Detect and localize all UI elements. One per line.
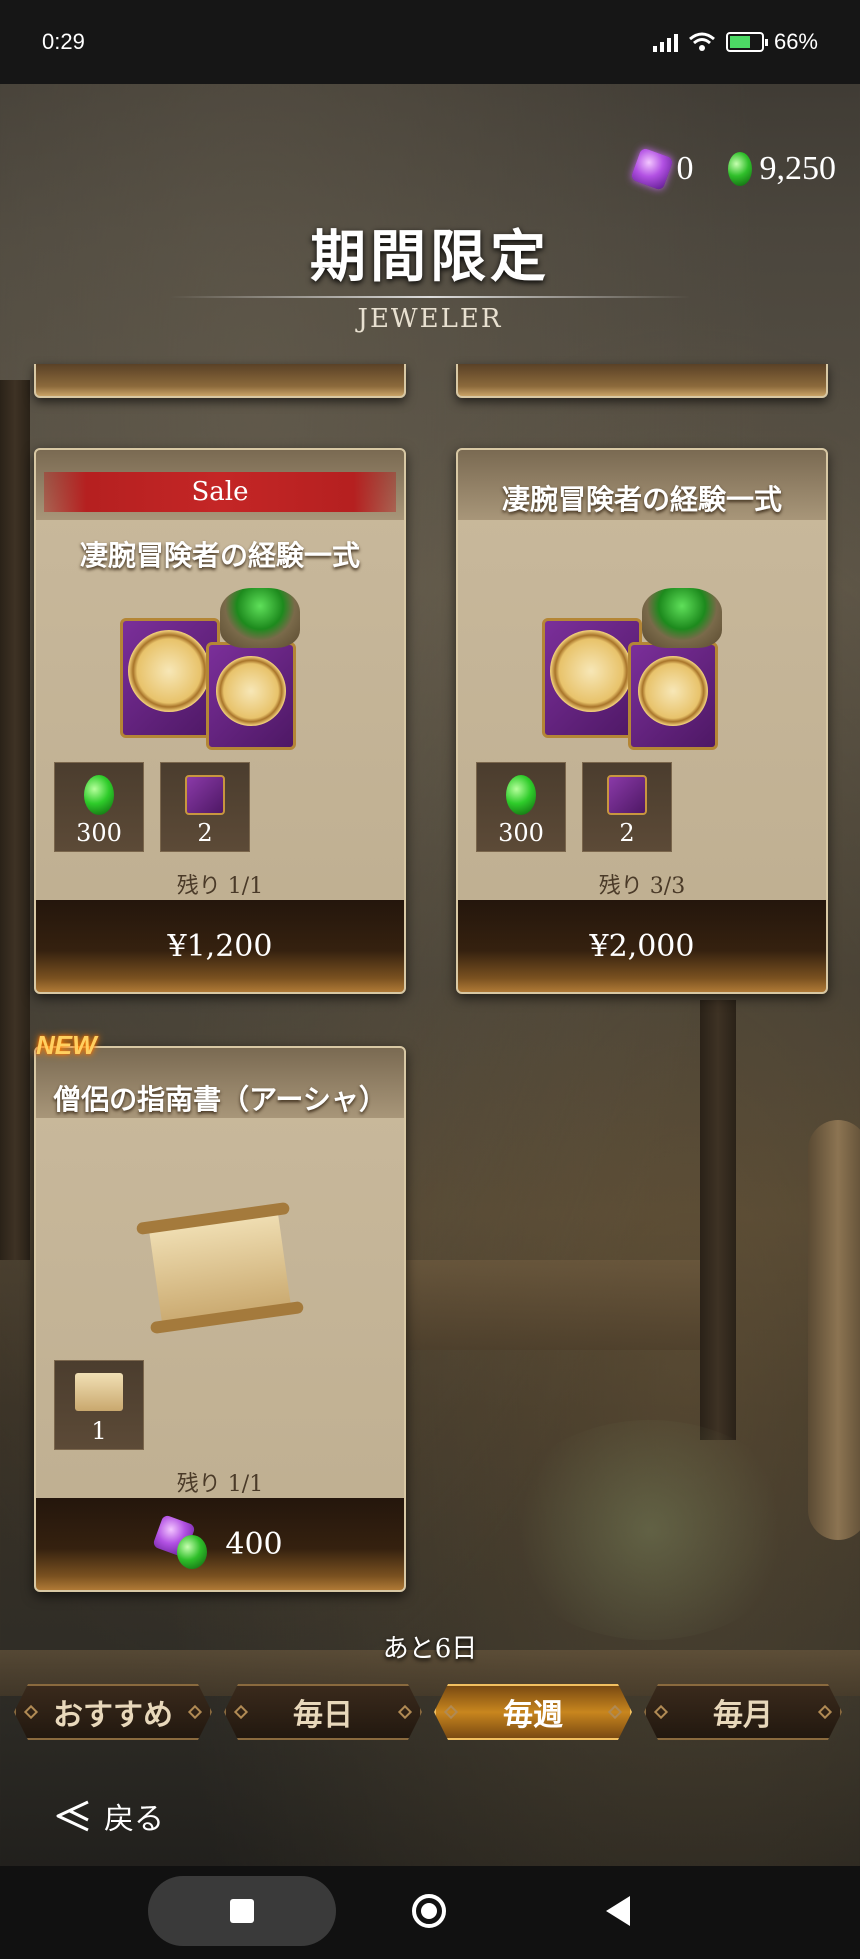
experience-bundle-icon xyxy=(120,578,320,758)
title-divider xyxy=(170,296,690,298)
price-label: ¥2,000 xyxy=(589,928,695,964)
buy-button[interactable]: 400 xyxy=(36,1498,404,1590)
buy-button[interactable]: ¥2,000 xyxy=(458,900,826,992)
purple-gem-count: 0 xyxy=(676,150,694,187)
status-bar: 0:29 66% xyxy=(0,0,860,84)
reward-slot[interactable]: 1 xyxy=(54,1360,144,1450)
remaining-count: 残り 3/3 xyxy=(598,874,686,899)
sale-banner: Sale xyxy=(44,472,396,512)
product-card[interactable]: 凄腕冒険者の経験一式 300 2 残り 3/3 ¥2,000 xyxy=(456,448,828,994)
price-label: ¥1,200 xyxy=(167,928,273,964)
back-triangle-icon[interactable] xyxy=(606,1896,630,1926)
tab-ornament xyxy=(24,1705,38,1719)
green-gem-icon xyxy=(506,775,536,815)
remaining-count: 残り 1/1 xyxy=(176,1472,264,1497)
product-title: 凄腕冒険者の経験一式 xyxy=(501,483,782,516)
recent-apps-icon[interactable] xyxy=(230,1899,254,1923)
reward-quantity: 2 xyxy=(619,819,635,847)
tab-label: おすすめ xyxy=(53,1698,173,1733)
tab-monthly[interactable]: 毎月 xyxy=(644,1684,842,1740)
product-title: 凄腕冒険者の経験一式 xyxy=(79,539,360,572)
buy-button[interactable]: ¥1,200 xyxy=(36,900,404,992)
reward-slot[interactable]: 300 xyxy=(476,762,566,852)
product-card[interactable]: 僧侶の指南書（アーシャ） 1 残り 1/1 400 xyxy=(34,1046,406,1592)
reward-quantity: 300 xyxy=(498,819,544,847)
background-beam xyxy=(700,1000,736,1440)
green-gem-balance[interactable]: 9,250 xyxy=(727,150,837,188)
reward-slot[interactable]: 300 xyxy=(54,762,144,852)
reward-slot[interactable]: 2 xyxy=(160,762,250,852)
back-button[interactable]: 戻る xyxy=(52,1794,164,1838)
product-title: 僧侶の指南書（アーシャ） xyxy=(53,1083,387,1116)
reward-quantity: 2 xyxy=(197,819,213,847)
status-time: 0:29 xyxy=(42,29,85,54)
currency-display: 0 9,250 xyxy=(629,147,837,191)
tab-ornament xyxy=(188,1705,202,1719)
tab-ornament xyxy=(398,1705,412,1719)
gem-currency-icon xyxy=(152,1514,213,1569)
tab-ornament xyxy=(654,1705,668,1719)
green-gem-count: 9,250 xyxy=(759,150,837,187)
green-gem-icon xyxy=(727,152,752,186)
page-subtitle: JEWELER xyxy=(357,304,503,334)
product-card[interactable]: Sale 凄腕冒険者の経験一式 300 2 残り 1/1 ¥1,200 xyxy=(34,448,406,994)
tab-label: 毎週 xyxy=(503,1698,563,1733)
reward-quantity: 300 xyxy=(76,819,122,847)
tab-weekly[interactable]: 毎週 xyxy=(434,1684,632,1740)
background-foliage xyxy=(500,1420,800,1640)
background-beam xyxy=(0,380,30,1260)
tab-daily[interactable]: 毎日 xyxy=(224,1684,422,1740)
battery-icon xyxy=(725,32,768,52)
wifi-icon xyxy=(688,32,715,51)
background-barrel xyxy=(808,1120,860,1540)
back-arrow-icon xyxy=(52,1798,92,1834)
purple-gem-icon xyxy=(629,147,674,191)
back-label: 戻る xyxy=(104,1802,164,1837)
battery-fill xyxy=(729,36,750,48)
reward-quantity: 1 xyxy=(91,1417,107,1445)
purple-gem-balance[interactable]: 0 xyxy=(629,147,694,191)
new-badge: NEW xyxy=(36,1030,97,1060)
tab-ornament xyxy=(818,1705,832,1719)
time-remaining: あと6日 xyxy=(382,1634,478,1664)
signal-icon xyxy=(652,32,678,52)
price-label: 400 xyxy=(225,1526,283,1562)
page-title: 期間限定 xyxy=(310,224,550,290)
system-nav-bar xyxy=(0,1866,860,1959)
tab-ornament xyxy=(444,1705,458,1719)
experience-bundle-icon xyxy=(542,578,742,758)
tab-ornament xyxy=(608,1705,622,1719)
green-gem-icon xyxy=(84,775,114,815)
product-card-partial[interactable] xyxy=(34,364,406,398)
scroll-icon xyxy=(75,1373,123,1411)
reward-slot[interactable]: 2 xyxy=(582,762,672,852)
status-icons: 66% xyxy=(652,29,818,55)
tab-label: 毎月 xyxy=(713,1698,773,1733)
background-plank xyxy=(400,1260,700,1350)
home-icon[interactable] xyxy=(412,1894,446,1928)
battery-percent: 66% xyxy=(773,29,818,54)
remaining-count: 残り 1/1 xyxy=(176,874,264,899)
experience-book-icon xyxy=(185,775,225,815)
product-card-partial[interactable] xyxy=(456,364,828,398)
tab-label: 毎日 xyxy=(293,1698,353,1733)
experience-book-icon xyxy=(607,775,647,815)
tab-recommended[interactable]: おすすめ xyxy=(14,1684,212,1740)
tab-ornament xyxy=(234,1705,248,1719)
scroll-art-icon xyxy=(145,1198,295,1338)
